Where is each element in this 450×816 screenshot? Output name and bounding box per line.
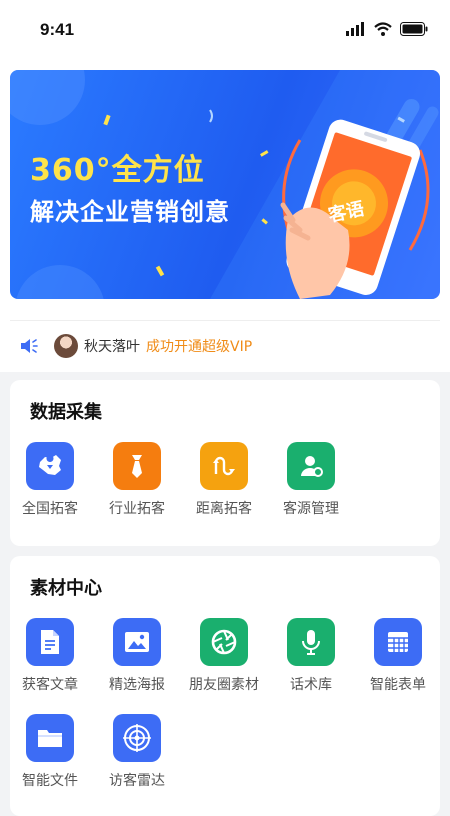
aperture-icon	[200, 618, 248, 666]
grid-form-icon	[374, 618, 422, 666]
distance-prospect-button[interactable]: 距离拓客	[179, 442, 269, 518]
status-time: 9:41	[40, 20, 75, 39]
promo-banner[interactable]: 360°全方位 解决企业营销创意 客语	[10, 70, 440, 299]
customer-source-button[interactable]: 客源管理	[266, 442, 356, 518]
image-icon	[113, 618, 161, 666]
customer-source-label: 客源管理	[283, 501, 339, 517]
route-icon	[200, 442, 248, 490]
data-collection-card: 数据采集 全国拓客 行业拓客 距离拓客 客源管理	[10, 380, 440, 546]
nationwide-prospect-label: 全国拓客	[22, 501, 78, 517]
script-library-button[interactable]: 话术库	[266, 618, 356, 694]
tie-icon	[113, 442, 161, 490]
material-center-title: 素材中心	[30, 578, 102, 599]
smart-files-button[interactable]: 智能文件	[5, 714, 95, 790]
moments-materials-button[interactable]: 朋友圈素材	[179, 618, 269, 694]
document-icon	[26, 618, 74, 666]
industry-prospect-button[interactable]: 行业拓客	[92, 442, 182, 518]
material-center-card: 素材中心 获客文章 精选海报 朋友圈素材 话术库 智能表单 智能文件 访客雷达	[10, 556, 440, 816]
avatar	[54, 334, 78, 358]
script-library-label: 话术库	[290, 677, 332, 693]
user-gear-icon	[287, 442, 335, 490]
nationwide-prospect-button[interactable]: 全国拓客	[5, 442, 95, 518]
visitor-radar-label: 访客雷达	[109, 773, 165, 789]
featured-posters-button[interactable]: 精选海报	[92, 618, 182, 694]
battery-icon	[400, 22, 428, 36]
folder-icon	[26, 714, 74, 762]
visitor-radar-button[interactable]: 访客雷达	[92, 714, 182, 790]
notice-user-name: 秋天落叶	[84, 339, 140, 355]
microphone-icon	[287, 618, 335, 666]
smart-files-label: 智能文件	[22, 773, 78, 789]
smart-form-label: 智能表单	[370, 677, 426, 693]
status-bar: 9:41	[0, 0, 450, 60]
smart-form-button[interactable]: 智能表单	[353, 618, 443, 694]
prospect-articles-button[interactable]: 获客文章	[5, 618, 95, 694]
featured-posters-label: 精选海报	[109, 677, 165, 693]
status-icons	[346, 22, 428, 36]
prospect-articles-label: 获客文章	[22, 677, 78, 693]
wifi-icon	[374, 22, 392, 36]
industry-prospect-label: 行业拓客	[109, 501, 165, 517]
moments-materials-label: 朋友圈素材	[189, 677, 259, 693]
notice-bar[interactable]: 秋天落叶 成功开通超级VIP	[10, 320, 440, 371]
signal-icon	[346, 22, 364, 36]
china-map-icon	[26, 442, 74, 490]
banner-headline: 360°全方位	[30, 153, 205, 188]
banner-subline: 解决企业营销创意	[30, 198, 230, 226]
notice-message: 成功开通超级VIP	[146, 339, 253, 355]
data-collection-title: 数据采集	[30, 402, 102, 423]
radar-icon	[113, 714, 161, 762]
distance-prospect-label: 距离拓客	[196, 501, 252, 517]
speaker-icon	[21, 339, 38, 353]
